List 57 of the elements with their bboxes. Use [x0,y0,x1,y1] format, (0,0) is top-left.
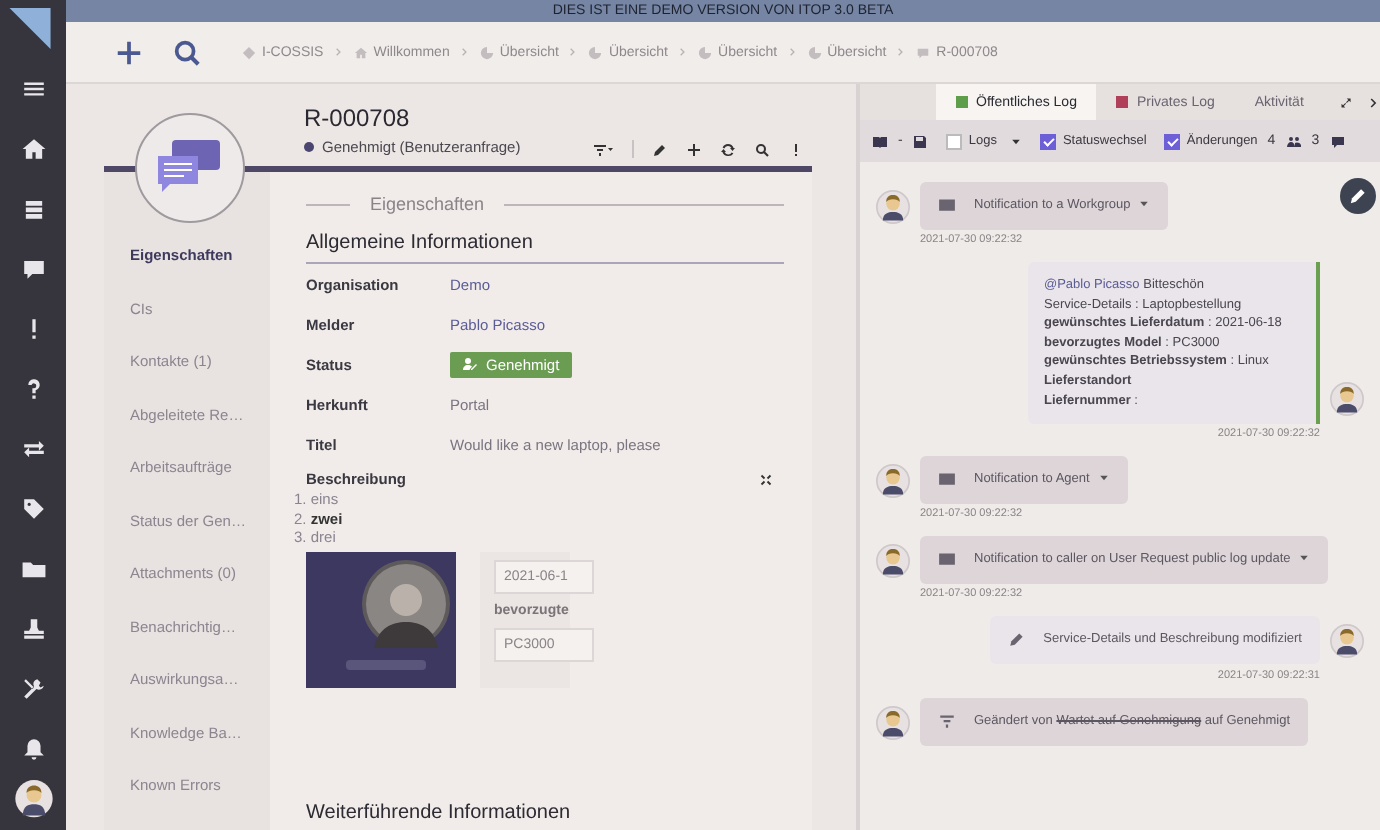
chat-icon[interactable] [19,255,47,282]
object-title: R-000708 [304,104,412,132]
group-title: Weiterführende Informationen [306,801,573,823]
chevron-icon [787,46,798,58]
search-icon[interactable] [754,141,770,157]
chat-icon [916,45,931,59]
caret-icon[interactable] [1138,198,1151,211]
collapse-icon[interactable] [760,473,772,485]
user-avatar-icon [1330,382,1364,417]
section-title: Eigenschaften [370,194,485,214]
chevron-icon [896,46,907,58]
logo-icon[interactable] [8,8,52,50]
people-icon[interactable] [1285,133,1302,149]
chevron-icon [333,46,344,58]
checkbox[interactable] [1164,133,1181,149]
home-icon[interactable] [19,135,47,162]
tag-icon[interactable] [19,495,47,523]
chat-icon[interactable] [1329,133,1346,149]
user-avatar-icon [1330,624,1364,659]
expand-icon[interactable] [1339,95,1352,109]
caret-icon[interactable] [1298,552,1311,565]
tools-icon[interactable] [19,676,47,703]
pie-chart-icon [479,45,494,59]
chevron-icon [678,46,689,58]
user-avatar-icon [876,190,910,224]
caret-icon[interactable] [1010,135,1023,147]
book-icon[interactable] [872,133,888,149]
status-dot-icon [304,142,314,152]
user-avatar-icon [876,464,910,499]
edit-button[interactable] [1340,178,1376,214]
filter-icon [938,712,956,731]
pie-chart-icon [698,45,713,59]
group-title: Allgemeine Informationen [306,232,784,264]
pie-chart-icon [807,45,822,59]
chevron-icon [459,46,470,58]
user-avatar-icon[interactable] [13,780,53,818]
stamp-icon[interactable] [19,616,47,643]
plus-icon[interactable] [686,141,702,157]
chevron-icon [568,46,579,58]
caret-icon[interactable] [1097,472,1110,485]
pencil-icon [1007,630,1026,649]
home-icon [353,45,368,59]
save-icon[interactable] [912,133,929,149]
filter-dropdown-icon[interactable] [592,141,614,157]
user-avatar-icon [876,544,910,579]
pie-chart-icon [588,45,603,59]
bell-icon[interactable] [19,736,47,763]
diamond-icon [242,45,256,59]
user-avatar-icon [876,706,910,741]
plus-icon[interactable] [114,37,144,67]
refresh-icon[interactable] [720,141,736,157]
checkbox[interactable] [946,133,963,149]
chevron-icon[interactable] [1367,95,1380,109]
arrows-icon[interactable] [19,435,47,462]
search-icon[interactable] [172,37,202,67]
checkbox[interactable] [1040,133,1057,149]
edit-icon[interactable] [652,141,668,157]
